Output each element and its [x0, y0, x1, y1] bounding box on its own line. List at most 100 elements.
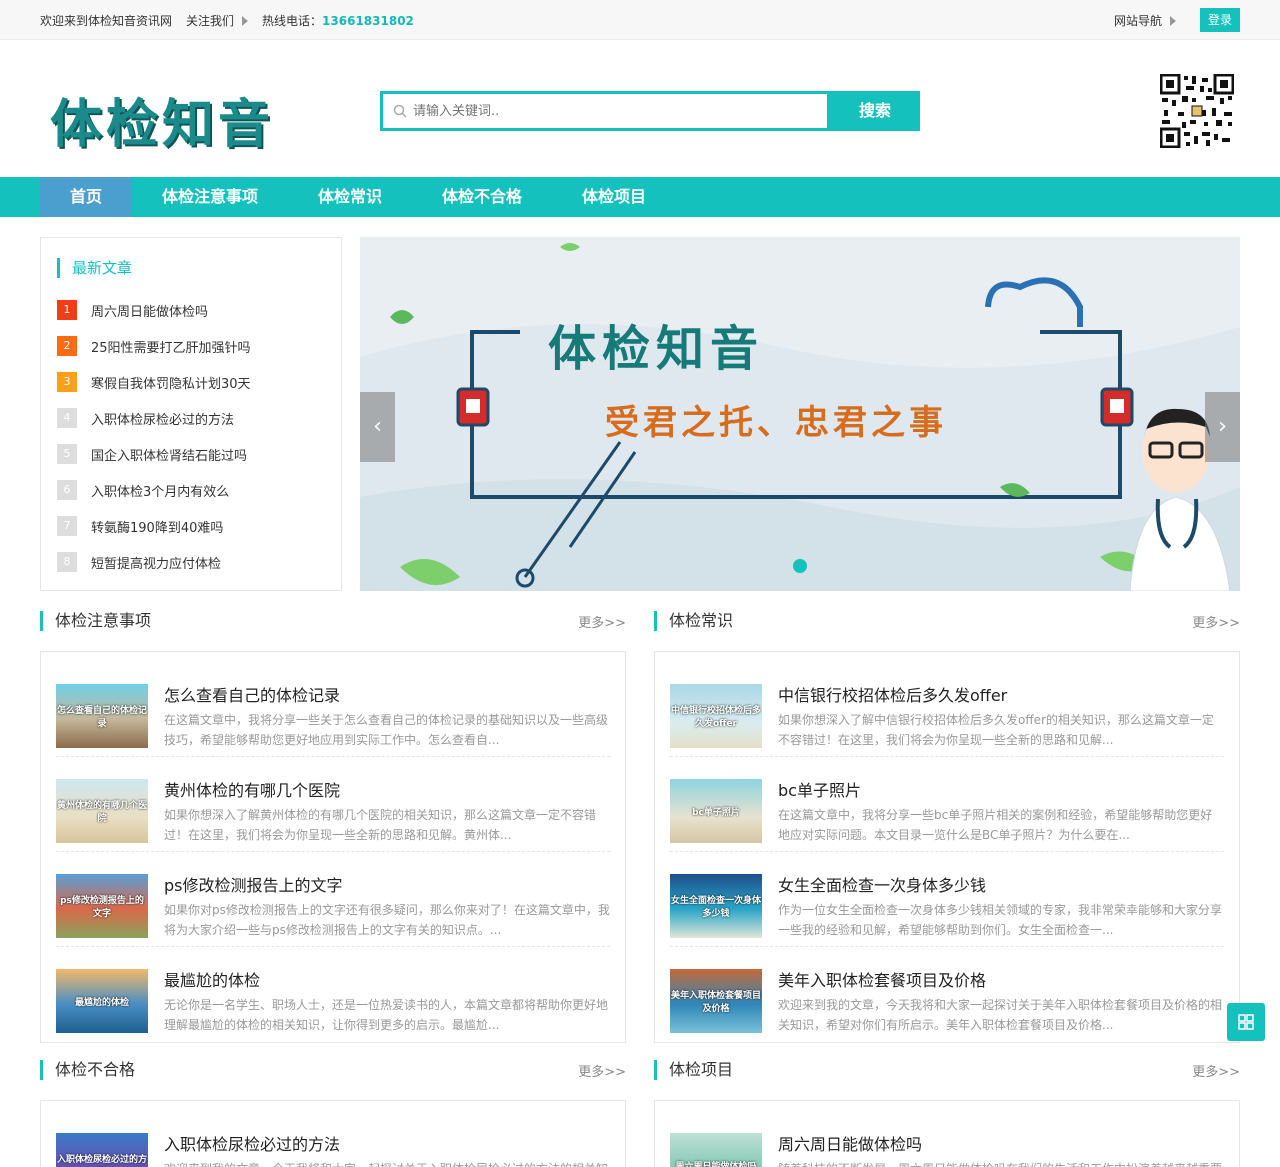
hotline: 热线电话：13661831802 — [262, 12, 414, 29]
hotline-label: 热线电话： — [262, 13, 323, 28]
post-title[interactable]: bc单子照片 — [778, 777, 1224, 801]
section-title[interactable]: 体检项目 — [654, 1060, 733, 1080]
nav-item[interactable]: 体检项目 — [552, 177, 676, 217]
latest-articles-panel: 最新文章 1 周六周日能做体检吗 2 25阳性需要打乙肝加强针吗 3 寒假自我体罚隐私计划… — [40, 237, 342, 591]
latest-article-item[interactable]: 8 短暂提高视力应付体检 — [57, 544, 325, 580]
section-title[interactable]: 体检注意事项 — [40, 611, 151, 631]
post-text: 周六周日能做体检吗随着科技的不断发展，周六周日能做体检吗在我们的生活和工作中扮演… — [778, 1123, 1224, 1167]
banner-slider: 体检知音 受君之托、忠君之事 ‹ › — [360, 237, 1240, 591]
nav-item[interactable]: 体检不合格 — [412, 177, 552, 217]
more-link[interactable]: 更多>> — [578, 1061, 626, 1080]
post-excerpt: 随着科技的不断发展，周六周日能做体检吗在我们的生活和工作中扮演着越来越重要 — [778, 1159, 1224, 1167]
floating-menu-button[interactable] — [1227, 1003, 1265, 1041]
post-thumbnail[interactable]: 最尴尬的体检 — [56, 969, 148, 1033]
grid-icon — [1238, 1014, 1254, 1030]
latest-article-item[interactable]: 6 入职体检3个月内有效么 — [57, 472, 325, 508]
nav-item[interactable]: 体检常识 — [288, 177, 412, 217]
post-thumbnail[interactable]: 怎么查看自己的体检记录 — [56, 684, 148, 748]
post-excerpt: 在这篇文章中，我将分享一些bc单子照片相关的案例和经验，希望能够帮助您更好地应对… — [778, 808, 1213, 842]
post-item[interactable]: ps修改检测报告上的文字 ps修改检测报告上的文字 如果你对ps修改检测报告上的文字… — [56, 852, 610, 947]
rank-badge: 8 — [57, 552, 77, 572]
post-title[interactable]: ps修改检测报告上的文字 — [164, 872, 610, 896]
post-excerpt: 欢迎来到我的文章，今天我将和大家一起探讨关于入职体检尿检必过的方法的相关知 — [164, 1159, 610, 1167]
follow-us-label: 关注我们 — [186, 13, 235, 28]
post-item[interactable]: 周六周日能做体检吗周六周日能做体检吗随着科技的不断发展，周六周日能做体检吗在我们… — [670, 1111, 1224, 1167]
rank-badge: 7 — [57, 516, 77, 536]
post-thumbnail[interactable]: 入职体检尿检必过的方法 — [56, 1133, 148, 1167]
nav-item[interactable]: 首页 — [40, 177, 132, 217]
follow-us-link[interactable]: 关注我们 — [186, 12, 249, 29]
post-title[interactable]: 最尴尬的体检 — [164, 967, 610, 991]
slider-prev-button[interactable]: ‹ — [360, 392, 395, 462]
login-button[interactable]: 登录 — [1199, 8, 1240, 32]
section-header: 体检常识 更多>> — [654, 601, 1240, 641]
post-list: 周六周日能做体检吗周六周日能做体检吗随着科技的不断发展，周六周日能做体检吗在我们… — [654, 1100, 1240, 1167]
site-logo[interactable]: 体检知音 — [50, 82, 274, 157]
post-item[interactable]: bc单子照片 bc单子照片 在这篇文章中，我将分享一些bc单子照片相关的案例和经验，… — [670, 757, 1224, 852]
post-title[interactable]: 周六周日能做体检吗 — [778, 1131, 1224, 1155]
post-title[interactable]: 女生全面检查一次身体多少钱 — [778, 872, 1224, 896]
latest-article-item[interactable]: 7 转氨酶190降到40难吗 — [57, 508, 325, 544]
post-thumbnail[interactable]: ps修改检测报告上的文字 — [56, 874, 148, 938]
slider-next-button[interactable]: › — [1205, 392, 1240, 462]
post-item[interactable]: 女生全面检查一次身体多少钱 女生全面检查一次身体多少钱 作为一位女生全面检查一次身体… — [670, 852, 1224, 947]
header: 体检知音 搜索 — [0, 40, 1280, 177]
latest-article-item[interactable]: 4 入职体检尿检必过的方法 — [57, 400, 325, 436]
banner-subtitle: 受君之托、忠君之事 — [605, 403, 947, 443]
post-excerpt: 无论你是一名学生、职场人士，还是一位热爱读书的人，本篇文章都将帮助你更好地理解最… — [164, 998, 609, 1032]
post-title[interactable]: 美年入职体检套餐项目及价格 — [778, 967, 1224, 991]
latest-articles-list: 1 周六周日能做体检吗 2 25阳性需要打乙肝加强针吗 3 寒假自我体罚隐私计划30天 4 入… — [57, 292, 325, 580]
top-bar: 欢迎来到体检知音资讯网 关注我们 热线电话：13661831802 网站导航 登… — [0, 0, 1280, 40]
site-nav-link[interactable]: 网站导航 — [1114, 12, 1176, 29]
post-title[interactable]: 黄州体检的有哪几个医院 — [164, 777, 610, 801]
post-title[interactable]: 入职体检尿检必过的方法 — [164, 1131, 610, 1155]
post-item[interactable]: 怎么查看自己的体检记录 怎么查看自己的体检记录 在这篇文章中，我将分享一些关于怎么查… — [56, 662, 610, 757]
qr-code-image — [1160, 74, 1234, 148]
latest-article-item[interactable]: 5 国企入职体检肾结石能过吗 — [57, 436, 325, 472]
nav-item[interactable]: 体检注意事项 — [132, 177, 288, 217]
post-text: 怎么查看自己的体检记录 在这篇文章中，我将分享一些关于怎么查看自己的体检记录的基础… — [164, 674, 610, 747]
post-thumbnail[interactable]: 美年入职体检套餐项目及价格 — [670, 969, 762, 1033]
post-text: 美年入职体检套餐项目及价格欢迎来到我的文章，今天我将和大家一起探讨关于美年入职体… — [778, 959, 1224, 1032]
more-link[interactable]: 更多>> — [1192, 1061, 1240, 1080]
post-item[interactable]: 入职体检尿检必过的方法入职体检尿检必过的方法欢迎来到我的文章，今天我将和大家一起… — [56, 1111, 610, 1167]
slider-dot[interactable] — [793, 559, 807, 573]
search-input[interactable] — [413, 103, 827, 119]
post-thumbnail[interactable]: 女生全面检查一次身体多少钱 — [670, 874, 762, 938]
search-button[interactable]: 搜索 — [830, 91, 920, 131]
post-item[interactable]: 中信银行校招体检后多久发offer 中信银行校招体检后多久发offer 如果你想深入… — [670, 662, 1224, 757]
post-thumbnail[interactable]: 黄州体检的有哪几个医院 — [56, 779, 148, 843]
more-link[interactable]: 更多>> — [578, 612, 626, 631]
latest-article-title: 入职体检尿检必过的方法 — [91, 412, 235, 428]
post-text: 最尴尬的体检无论你是一名学生、职场人士，还是一位热爱读书的人，本篇文章都将帮助你… — [164, 959, 610, 1032]
latest-article-item[interactable]: 3 寒假自我体罚隐私计划30天 — [57, 364, 325, 400]
hero-area: 最新文章 1 周六周日能做体检吗 2 25阳性需要打乙肝加强针吗 3 寒假自我体罚隐私计划… — [40, 237, 1240, 591]
latest-article-item[interactable]: 1 周六周日能做体检吗 — [57, 292, 325, 328]
post-list: 中信银行校招体检后多久发offer 中信银行校招体检后多久发offer 如果你想深入… — [654, 651, 1240, 1043]
post-title[interactable]: 怎么查看自己的体检记录 — [164, 682, 610, 706]
post-title[interactable]: 中信银行校招体检后多久发offer — [778, 682, 1224, 706]
post-text: 中信银行校招体检后多久发offer 如果你想深入了解中信银行校招体检后多久发off… — [778, 674, 1224, 747]
section-header: 体检不合格 更多>> — [40, 1050, 626, 1090]
section-title[interactable]: 体检不合格 — [40, 1060, 135, 1080]
post-item[interactable]: 黄州体检的有哪几个医院 黄州体检的有哪几个医院 如果你想深入了解黄州体检的有哪几个医… — [56, 757, 610, 852]
post-item[interactable]: 美年入职体检套餐项目及价格 美年入职体检套餐项目及价格 欢迎来到我的文章，今天我将和… — [670, 947, 1224, 1042]
post-thumbnail[interactable]: 周六周日能做体检吗 — [670, 1133, 762, 1167]
post-text: ps修改检测报告上的文字 如果你对ps修改检测报告上的文字还有很多疑问，那么你来对… — [164, 864, 610, 937]
latest-article-title: 入职体检3个月内有效么 — [91, 484, 230, 500]
more-link[interactable]: 更多>> — [1192, 612, 1240, 631]
category-section: 体检项目 更多>> 周六周日能做体检吗周六周日能做体检吗随着科技的不断发展，周六周日… — [654, 1050, 1240, 1167]
post-list: 怎么查看自己的体检记录 怎么查看自己的体检记录 在这篇文章中，我将分享一些关于怎么查… — [40, 651, 626, 1043]
category-section: 体检注意事项 更多>> 怎么查看自己的体检记录 怎么查看自己的体检记录 在这篇文章中，我… — [40, 601, 626, 1043]
latest-article-title: 周六周日能做体检吗 — [91, 304, 209, 320]
post-thumbnail[interactable]: 中信银行校招体检后多久发offer — [670, 684, 762, 748]
category-section: 体检常识 更多>> 中信银行校招体检后多久发offer 中信银行校招体检后多久发off… — [654, 601, 1240, 1043]
site-nav-label: 网站导航 — [1113, 13, 1162, 28]
post-item[interactable]: 最尴尬的体检 最尴尬的体检 无论你是一名学生、职场人士，还是一位热爱读书的人，本篇文… — [56, 947, 610, 1042]
post-thumbnail[interactable]: bc单子照片 — [670, 779, 762, 843]
section-title[interactable]: 体检常识 — [654, 611, 733, 631]
latest-article-title: 短暂提高视力应付体检 — [91, 556, 222, 572]
latest-article-item[interactable]: 2 25阳性需要打乙肝加强针吗 — [57, 328, 325, 364]
post-excerpt: 欢迎来到我的文章，今天我将和大家一起探讨关于美年入职体检套餐项目及价格的相关知识… — [778, 998, 1223, 1032]
rank-badge: 3 — [57, 372, 77, 392]
